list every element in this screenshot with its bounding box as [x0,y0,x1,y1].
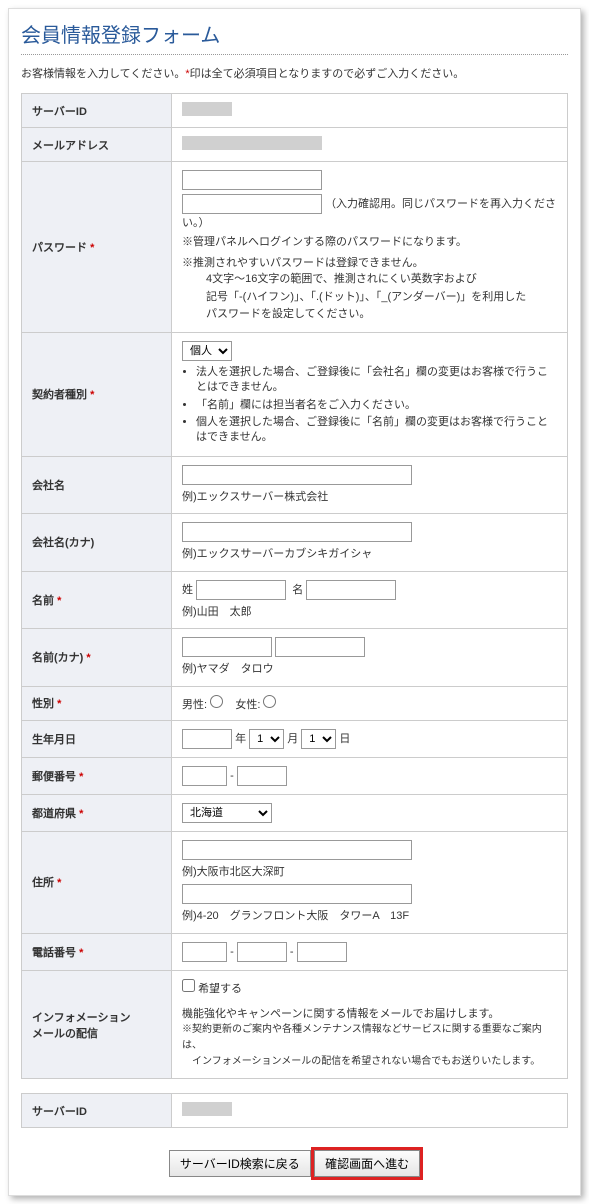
address2-example: 例)4-20 グランフロント大阪 タワーA 13F [182,908,557,925]
pref-select[interactable]: 北海道 [182,803,272,823]
phone1-input[interactable] [182,942,227,962]
address1-input[interactable] [182,840,412,860]
label-gender: 性別 * [22,686,172,720]
cell-company-kana: 例)エックスサーバーカブシキガイシャ [172,514,568,572]
cell-server-id-2 [172,1094,568,1128]
cell-name: 姓 名 例)山田 太郎 [172,571,568,629]
label-phone: 電話番号 * [22,933,172,970]
address2-input[interactable] [182,884,412,904]
company-input[interactable] [182,465,412,485]
password-input[interactable] [182,170,322,190]
password-note1: ※管理パネルへログインする際のパスワードになります。 [182,234,557,251]
label-company: 会社名 [22,456,172,514]
sei-input[interactable] [196,580,286,600]
address1-example: 例)大阪市北区大深町 [182,864,557,881]
server-id-table: サーバーID [21,1093,568,1128]
cell-name-kana: 例)ヤマダ タロウ [172,629,568,687]
mei-kana-input[interactable] [275,637,365,657]
password-note2: ※推測されやすいパスワードは登録できません。 [182,255,557,272]
sei-kana-input[interactable] [182,637,272,657]
label-name-kana: 名前(カナ) * [22,629,172,687]
confirm-button[interactable]: 確認画面へ進む [314,1150,420,1177]
back-button[interactable]: サーバーID検索に戻る [169,1150,311,1177]
cell-server-id [172,94,568,128]
cell-contract-type: 個人 法人を選択した場合、ご登録後に「会社名」欄の変更はお客様で行うことはできま… [172,332,568,456]
name-example: 例)山田 太郎 [182,604,557,621]
button-row: サーバーID検索に戻る 確認画面へ進む [21,1142,568,1177]
cell-phone: - - [172,933,568,970]
label-info-mail: インフォメーションメールの配信 [22,970,172,1079]
contract-type-select[interactable]: 個人 [182,341,232,361]
cell-address: 例)大阪市北区大深町 例)4-20 グランフロント大阪 タワーA 13F [172,831,568,933]
label-pref: 都道府県 * [22,794,172,831]
mei-input[interactable] [306,580,396,600]
label-password: パスワード * [22,162,172,333]
label-name: 名前 * [22,571,172,629]
label-server-id-2: サーバーID [22,1094,172,1128]
password-confirm-input[interactable] [182,194,322,214]
sei-label: 姓 [182,584,193,596]
info-mail-checkbox[interactable] [182,979,195,992]
info-mail-note1: ※契約更新のご案内や各種メンテナンス情報などサービスに関する重要なご案内は、 [182,1022,557,1054]
label-postal: 郵便番号 * [22,757,172,794]
cell-postal: - [172,757,568,794]
birth-year-input[interactable] [182,729,232,749]
birth-month-select[interactable]: 1 [249,729,284,749]
intro-text: お客様情報を入力してください。*印は全て必須項目となりますので必ずご入力ください… [21,65,568,81]
female-radio[interactable] [263,695,276,708]
cell-password: （入力確認用。同じパスワードを再入力ください。） ※管理パネルへログインする際の… [172,162,568,333]
info-mail-desc: 機能強化やキャンペーンに関する情報をメールでお届けします。 [182,1006,557,1023]
company-example: 例)エックスサーバー株式会社 [182,489,557,506]
server-id-value [182,102,232,116]
contract-notes: 法人を選択した場合、ご登録後に「会社名」欄の変更はお客様で行うことはできません。… [182,365,557,446]
company-kana-example: 例)エックスサーバーカブシキガイシャ [182,546,557,563]
phone2-input[interactable] [237,942,287,962]
cell-birth: 年 1 月 1 日 [172,720,568,757]
birth-day-select[interactable]: 1 [301,729,336,749]
label-address: 住所 * [22,831,172,933]
label-contract-type: 契約者種別 * [22,332,172,456]
label-server-id: サーバーID [22,94,172,128]
form-container: 会員情報登録フォーム お客様情報を入力してください。*印は全て必須項目となります… [8,8,581,1196]
registration-form-table: サーバーID メールアドレス パスワード * （入力確認用。同じパスワードを再入… [21,93,568,1079]
cell-email [172,128,568,162]
label-email: メールアドレス [22,128,172,162]
label-birth: 生年月日 [22,720,172,757]
password-guidance: 4文字～16文字の範囲で、推測されにくい英数字および 記号「-(ハイフン)」、「… [182,271,557,324]
female-label: 女性: [235,699,260,711]
male-radio[interactable] [210,695,223,708]
name-kana-example: 例)ヤマダ タロウ [182,661,557,678]
label-company-kana: 会社名(カナ) [22,514,172,572]
company-kana-input[interactable] [182,522,412,542]
info-mail-note2: インフォメーションメールの配信を希望されない場合でもお送りいたします。 [182,1054,557,1070]
email-value [182,136,322,150]
server-id-value-2 [182,1102,232,1116]
phone3-input[interactable] [297,942,347,962]
cell-pref: 北海道 [172,794,568,831]
cell-gender: 男性: 女性: [172,686,568,720]
cell-info-mail: 希望する 機能強化やキャンペーンに関する情報をメールでお届けします。 ※契約更新… [172,970,568,1079]
postal2-input[interactable] [237,766,287,786]
mei-label: 名 [292,584,303,596]
page-title: 会員情報登録フォーム [21,19,568,55]
cell-company: 例)エックスサーバー株式会社 [172,456,568,514]
male-label: 男性: [182,699,207,711]
postal1-input[interactable] [182,766,227,786]
